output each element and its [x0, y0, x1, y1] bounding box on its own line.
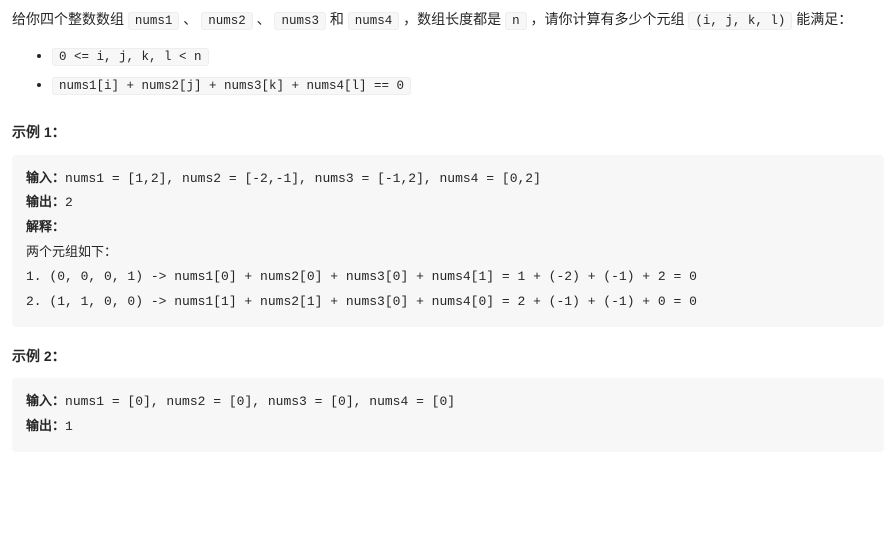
- input-label: 输入：: [26, 394, 65, 409]
- input-value: nums1 = [1,2], nums2 = [-2,-1], nums3 = …: [65, 171, 541, 186]
- example-heading: 示例 2：: [12, 345, 884, 369]
- output-value: 2: [65, 195, 73, 210]
- code-nums4: nums4: [348, 12, 400, 30]
- explain-line: 1. (0, 0, 0, 1) -> nums1[0] + nums2[0] +…: [26, 269, 697, 284]
- example-heading: 示例 1：: [12, 121, 884, 145]
- input-value: nums1 = [0], nums2 = [0], nums3 = [0], n…: [65, 394, 455, 409]
- example-2: 示例 2： 输入：nums1 = [0], nums2 = [0], nums3…: [12, 345, 884, 452]
- output-label: 输出：: [26, 195, 65, 210]
- code-n: n: [505, 12, 527, 30]
- intro-text: ，请你计算有多少个元组: [527, 11, 689, 27]
- intro-text: ，数组长度都是: [399, 11, 505, 27]
- condition-item: nums1[i] + nums2[j] + nums3[k] + nums4[l…: [52, 73, 884, 97]
- explain-line: 2. (1, 1, 0, 0) -> nums1[1] + nums2[1] +…: [26, 294, 697, 309]
- problem-intro-paragraph: 给你四个整数数组 nums1 、 nums2 、 nums3 和 nums4 ，…: [12, 8, 884, 32]
- code-nums3: nums3: [274, 12, 326, 30]
- code-tuple: (i, j, k, l): [688, 12, 792, 30]
- condition-item: 0 <= i, j, k, l < n: [52, 44, 884, 68]
- conditions-list: 0 <= i, j, k, l < n nums1[i] + nums2[j] …: [12, 44, 884, 97]
- example-block: 输入：nums1 = [1,2], nums2 = [-2,-1], nums3…: [12, 155, 884, 327]
- input-label: 输入：: [26, 171, 65, 186]
- example-block: 输入：nums1 = [0], nums2 = [0], nums3 = [0]…: [12, 378, 884, 451]
- output-label: 输出：: [26, 419, 65, 434]
- intro-text: 能满足：: [792, 11, 852, 27]
- code-nums2: nums2: [201, 12, 253, 30]
- problem-description: 给你四个整数数组 nums1 、 nums2 、 nums3 和 nums4 ，…: [12, 8, 884, 97]
- code-nums1: nums1: [128, 12, 180, 30]
- condition-code: 0 <= i, j, k, l < n: [52, 48, 209, 66]
- explain-label: 解释：: [26, 220, 65, 235]
- sep: 、: [179, 11, 201, 27]
- sep: 、: [253, 11, 275, 27]
- condition-code: nums1[i] + nums2[j] + nums3[k] + nums4[l…: [52, 77, 411, 95]
- example-1: 示例 1： 输入：nums1 = [1,2], nums2 = [-2,-1],…: [12, 121, 884, 327]
- output-value: 1: [65, 419, 73, 434]
- explain-line: 两个元组如下：: [26, 245, 117, 260]
- intro-text: 给你四个整数数组: [12, 11, 128, 27]
- sep: 和: [326, 11, 348, 27]
